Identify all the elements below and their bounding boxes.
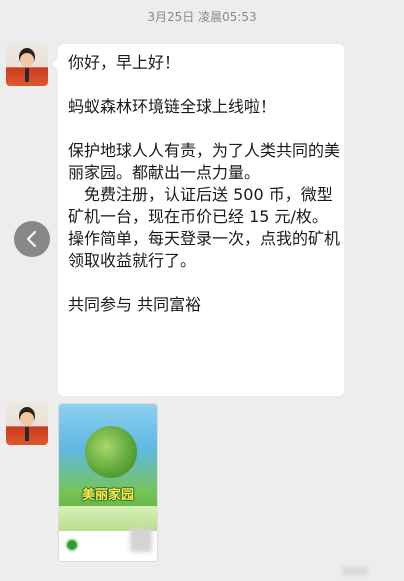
- contact-avatar-2[interactable]: [6, 403, 48, 445]
- blurred-region-small: [342, 567, 368, 575]
- message-text: 你好，早上好！ 蚂蚁森林环境链全球上线啦！ 保护地球人人有责，为了人类共同的美丽…: [68, 53, 341, 314]
- blurred-region: [130, 528, 152, 552]
- back-button[interactable]: [14, 221, 50, 257]
- chat-timestamp: 3月25日 凌晨05:53: [147, 10, 257, 24]
- poster-image: 美丽家园: [59, 404, 157, 531]
- contact-avatar[interactable]: [6, 44, 48, 86]
- poster-globe: [85, 426, 137, 478]
- qr-code-icon: [65, 538, 79, 552]
- poster-title: 美丽家园: [81, 488, 134, 503]
- chevron-left-icon: [26, 230, 37, 248]
